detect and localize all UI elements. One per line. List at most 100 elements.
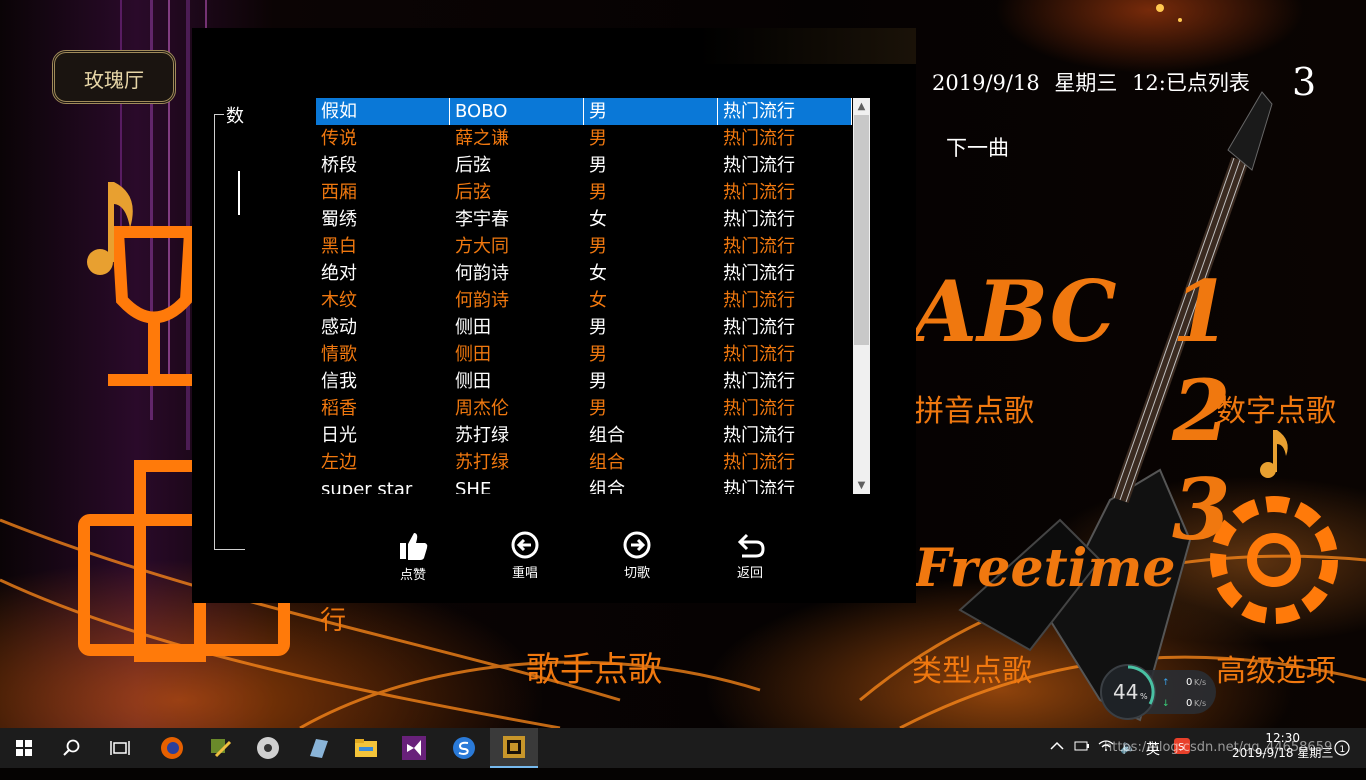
song-gender-cell: 男 [589,317,607,338]
song-singer-cell: 薛之谦 [455,128,509,149]
download-unit: K/s [1194,699,1206,708]
group-label: 数 [224,102,246,128]
upload-unit: K/s [1194,678,1206,687]
scroll-down-arrow-icon[interactable]: ▼ [853,477,870,494]
windows-start-icon[interactable] [0,728,48,768]
song-title-cell: 绝对 [321,263,357,284]
system-clock[interactable]: 12:30 2019/9/18 星期三 [1232,731,1333,761]
freetime-art: Freetime [914,538,1176,599]
number-song-button[interactable]: 数字点歌 [1216,386,1336,430]
song-genre-cell: 热门流行 [723,317,795,338]
cpu-percent: 44 [1113,680,1138,704]
upload-speed: 0 [1186,677,1192,688]
song-gender-cell: 男 [589,182,607,203]
song-row[interactable]: 假如 BOBO 男热门流行 [316,98,852,125]
sogou-browser-icon[interactable] [440,728,488,768]
like-button[interactable]: 点赞 [383,530,443,583]
file-explorer-icon[interactable] [342,728,390,768]
song-rows: 假如 BOBO 男热门流行 传说 薛之谦男热门流行 桥段 后弦男热门流行 西厢 后弦男热门流行蜀… [316,98,852,494]
singer-song-button[interactable]: 歌手点歌 [526,642,662,691]
weekday-text: 星期三 [1054,71,1118,95]
battery-icon[interactable] [1074,740,1090,780]
song-gender-cell: 男 [589,155,607,176]
firefox-icon[interactable] [148,728,196,768]
left-arrow-circle-icon [511,531,539,559]
song-genre-cell: 热门流行 [723,236,795,257]
song-row[interactable]: 感动 侧田 男 热门流行 [316,314,852,341]
clock-date: 2019/9/18 星期三 [1232,746,1334,760]
song-row[interactable]: 桥段 后弦 男 热门流行 [316,152,852,179]
media-player-icon[interactable] [244,728,292,768]
text-caret [238,171,240,215]
notification-center-icon[interactable]: 1 [1334,740,1350,780]
undo-arrow-icon [737,533,765,558]
song-queue-list[interactable]: 假如 BOBO 男热门流行 传说 薛之谦男热门流行 桥段 后弦男热门流行 西厢 后弦男热门流行蜀… [316,98,870,494]
network-monitor-widget[interactable]: 44 % ↑ ↓ 0 K/s 0 K/s [1100,664,1216,720]
song-row[interactable]: 信我 侧田 男 热门流行 [316,368,852,395]
song-genre-cell: 热门流行 [723,425,795,446]
paint-tool-icon[interactable] [196,728,244,768]
song-title-cell: 左边 [321,452,357,473]
song-singer-cell: 何韵诗 [455,263,509,284]
search-icon[interactable] [48,728,96,768]
song-genre-cell: 热门流行 [723,398,795,419]
song-gender-cell: 组合 [589,425,625,446]
song-gender-cell: 组合 [589,452,625,473]
song-row[interactable]: super star SHE 组合 热门流行 [316,476,852,494]
skip-button[interactable]: 切歌 [607,530,667,581]
queue-label[interactable]: 已点列表 [1166,71,1250,95]
song-row[interactable]: 西厢 后弦 男 热门流行 [316,179,852,206]
download-arrow-icon: ↓ [1162,699,1170,709]
notepad-icon[interactable] [294,728,342,768]
like-label: 点赞 [399,568,426,583]
replay-button[interactable]: 重唱 [495,530,555,581]
scroll-up-arrow-icon[interactable]: ▲ [853,98,870,115]
visual-studio-icon[interactable] [390,728,438,768]
thumbs-up-icon [400,533,428,560]
ktv-app-icon[interactable] [490,728,538,768]
song-title-cell: 稻香 [321,398,357,419]
song-title-cell: 黑白 [321,236,357,257]
song-row[interactable]: 稻香 周杰伦 男 热门流行 [316,395,852,422]
list-scrollbar[interactable]: ▲ ▼ [853,98,870,494]
song-gender-cell: 男 [589,128,607,149]
song-row[interactable]: 情歌 侧田 男 热门流行 [316,341,852,368]
song-row[interactable]: 日光 苏打绿 组合 热门流行 [316,422,852,449]
song-row[interactable]: 左边 苏打绿 组合 热门流行 [316,449,852,476]
song-gender-cell: 女 [589,209,607,230]
back-label: 返回 [736,566,763,581]
song-singer-cell: 侧田 [455,371,491,392]
pinyin-song-button[interactable]: 拼音点歌 [914,386,1034,430]
partial-menu-label[interactable]: 行 [320,600,346,637]
song-title-cell: 传说 [321,128,357,149]
song-row[interactable]: 传说 薛之谦 男 热门流行 [316,125,852,152]
skip-label: 切歌 [623,566,650,581]
back-button[interactable]: 返回 [720,530,780,581]
song-genre-cell: 热门流行 [723,182,795,203]
download-speed: 0 [1186,698,1192,709]
song-row[interactable]: 木纹 何韵诗 女 热门流行 [316,287,852,314]
show-hidden-icons-chevron-icon[interactable] [1050,740,1064,780]
song-title-cell: 桥段 [321,155,357,176]
song-title-cell: 日光 [321,425,357,446]
song-singer-cell: SHE [455,479,492,494]
room-logo: 玫瑰厅 [52,50,176,104]
advanced-options-button[interactable]: 高级选项 [1216,646,1336,690]
scroll-thumb[interactable] [854,115,869,345]
song-title-cell: 情歌 [321,344,357,365]
song-gender-cell: 男 [584,98,718,125]
song-row[interactable]: 蜀绣 李宇春 女 热门流行 [316,206,852,233]
song-gender-cell: 男 [589,371,607,392]
song-genre-cell: 热门流行 [723,452,795,473]
replay-label: 重唱 [511,566,538,581]
task-view-icon[interactable] [96,728,144,768]
taskbar: 🔈 英 S https://blog.csdn.net/qq_44658659 … [0,728,1366,768]
song-genre-cell: 热门流行 [723,209,795,230]
next-song-button[interactable]: 下一曲 [946,132,1009,162]
song-gender-cell: 女 [589,263,607,284]
song-row[interactable]: 绝对 何韵诗 女 热门流行 [316,260,852,287]
song-genre-cell: 热门流行 [723,263,795,284]
song-genre-cell: 热门流行 [723,371,795,392]
song-row[interactable]: 黑白 方大同 男 热门流行 [316,233,852,260]
category-song-button[interactable]: 类型点歌 [912,646,1032,690]
